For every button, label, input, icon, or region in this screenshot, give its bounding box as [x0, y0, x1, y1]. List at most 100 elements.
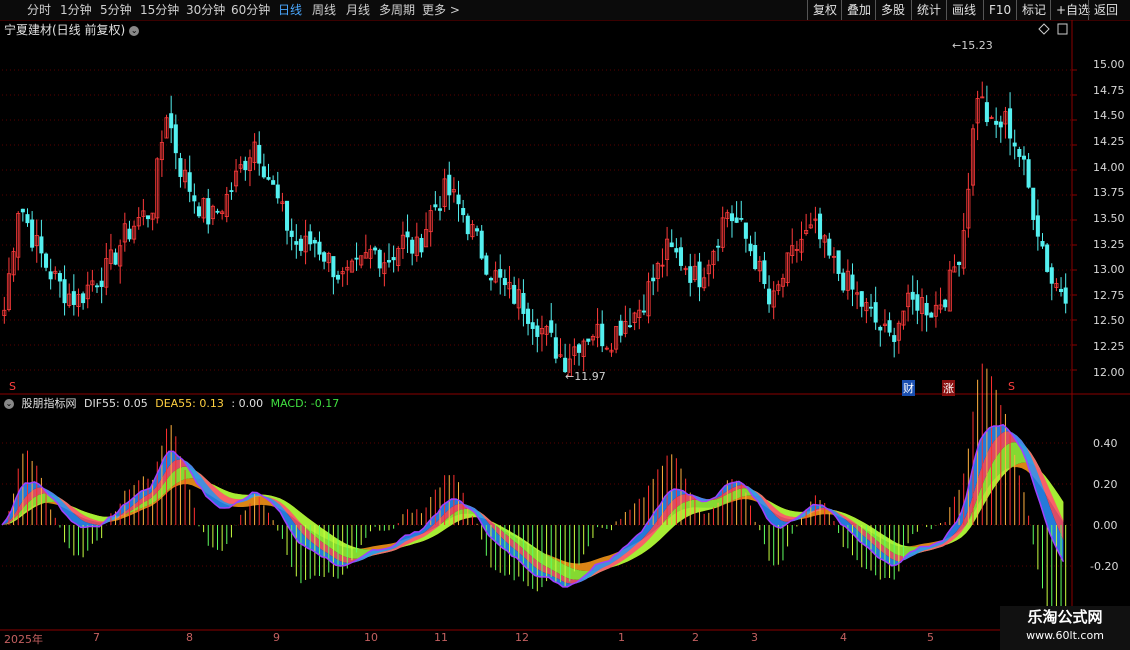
candle-body [44, 253, 49, 268]
candle-body [586, 338, 591, 342]
candle-body [419, 237, 424, 253]
candle-body [943, 299, 948, 308]
indicator-tick: 0.20 [1093, 478, 1118, 491]
candle-body [1008, 108, 1013, 139]
candle-body [294, 241, 299, 245]
candle-body [479, 230, 484, 259]
candle-body [669, 242, 674, 248]
price-tick: 14.50 [1093, 109, 1125, 122]
sell-marker: S [9, 380, 16, 393]
candle-body [113, 252, 118, 265]
price-tick: 14.75 [1093, 84, 1125, 97]
candle-body [312, 239, 317, 244]
candle-body [410, 239, 415, 254]
candle-body [30, 219, 35, 248]
logo-title: 乐淘公式网 [1027, 608, 1103, 626]
candle-body [377, 249, 382, 269]
candle-body [271, 180, 276, 185]
candle-body [753, 244, 758, 270]
candle-body [456, 194, 461, 205]
candle-body [887, 320, 892, 333]
limit-up-marker[interactable]: 涨 [942, 380, 955, 396]
candle-body [20, 208, 25, 213]
candle-body [437, 208, 443, 211]
candle-body [373, 247, 378, 251]
candle-body [145, 215, 151, 220]
candle-body [521, 293, 526, 314]
candle-body [915, 294, 920, 311]
candle-body [229, 190, 234, 192]
candle-body [910, 291, 915, 300]
candle-body [651, 277, 656, 282]
candle-body [1040, 241, 1045, 247]
macd-label: MACD: -0.17 [270, 397, 340, 410]
candle-body [868, 306, 874, 309]
price-tick: 15.00 [1093, 58, 1125, 71]
x-axis-month: 12 [515, 631, 529, 644]
price-tick: 12.00 [1093, 366, 1125, 379]
candle-body [535, 325, 540, 337]
candle-body [196, 206, 202, 217]
candle-body [697, 261, 702, 288]
candle-body [1031, 187, 1036, 220]
x-axis-month: 10 [364, 631, 378, 644]
candle-body [266, 177, 271, 180]
candle-body [127, 228, 132, 240]
x-axis-month: 5 [927, 631, 934, 644]
financial-marker[interactable]: 财 [902, 380, 915, 396]
price-tick: 14.25 [1093, 135, 1125, 148]
price-tick: 13.25 [1093, 238, 1125, 251]
candle-body [674, 248, 679, 253]
price-tick: 12.25 [1093, 340, 1125, 353]
candle-body [498, 269, 503, 278]
diamond-icon [1038, 23, 1050, 35]
x-axis-month: 1 [618, 631, 625, 644]
candle-body [841, 272, 846, 291]
candle-body [1045, 244, 1050, 272]
chevron-down-icon[interactable]: ⌄ [4, 399, 14, 409]
dif-label: DIF55: 0.05 [84, 397, 148, 410]
price-tick: 12.75 [1093, 289, 1125, 302]
candle-body [957, 261, 962, 265]
candle-body [553, 337, 558, 359]
indicator-legend: ⌄ 股朋指标网 DIF55: 0.05 DEA55: 0.13 : 0.00 M… [4, 396, 343, 412]
candle-body [461, 208, 466, 216]
candle-body [924, 302, 929, 316]
candle-body [739, 218, 744, 220]
candle-body [530, 322, 535, 329]
candle-body [762, 260, 767, 285]
price-tick: 13.50 [1093, 212, 1125, 225]
candle-body [243, 160, 248, 171]
candle-body [94, 285, 100, 288]
indicator-name[interactable]: 股朋指标网 [22, 397, 77, 410]
logo-url: www.60lt.com [1026, 629, 1104, 642]
candle-body [405, 231, 410, 238]
candle-body [322, 252, 327, 262]
candle-body [526, 308, 531, 324]
dea-label: DEA55: 0.13 [155, 397, 224, 410]
candle-body [1026, 159, 1031, 188]
candle-body [39, 236, 44, 254]
candle-body [577, 344, 582, 353]
indicator-tick: -0.20 [1090, 560, 1119, 573]
candle-body [729, 213, 735, 222]
candle-body [354, 257, 359, 260]
candle-body [873, 302, 878, 323]
chart-canvas[interactable] [0, 0, 1130, 650]
candle-body [502, 278, 507, 286]
candle-body [850, 274, 855, 290]
candle-body [512, 284, 517, 304]
candle-body [447, 174, 452, 196]
candle-body [206, 198, 211, 225]
high-price-label: ←15.23 [952, 39, 993, 52]
candle-body [929, 312, 934, 318]
candle-body [1021, 155, 1026, 160]
candle-body [187, 172, 192, 192]
x-axis-month: 8 [186, 631, 193, 644]
candle-body [600, 323, 605, 347]
candle-body [285, 200, 290, 231]
x-axis-month: 3 [751, 631, 758, 644]
candle-body [1063, 287, 1068, 304]
price-tick: 13.75 [1093, 186, 1125, 199]
candle-body [818, 213, 823, 240]
